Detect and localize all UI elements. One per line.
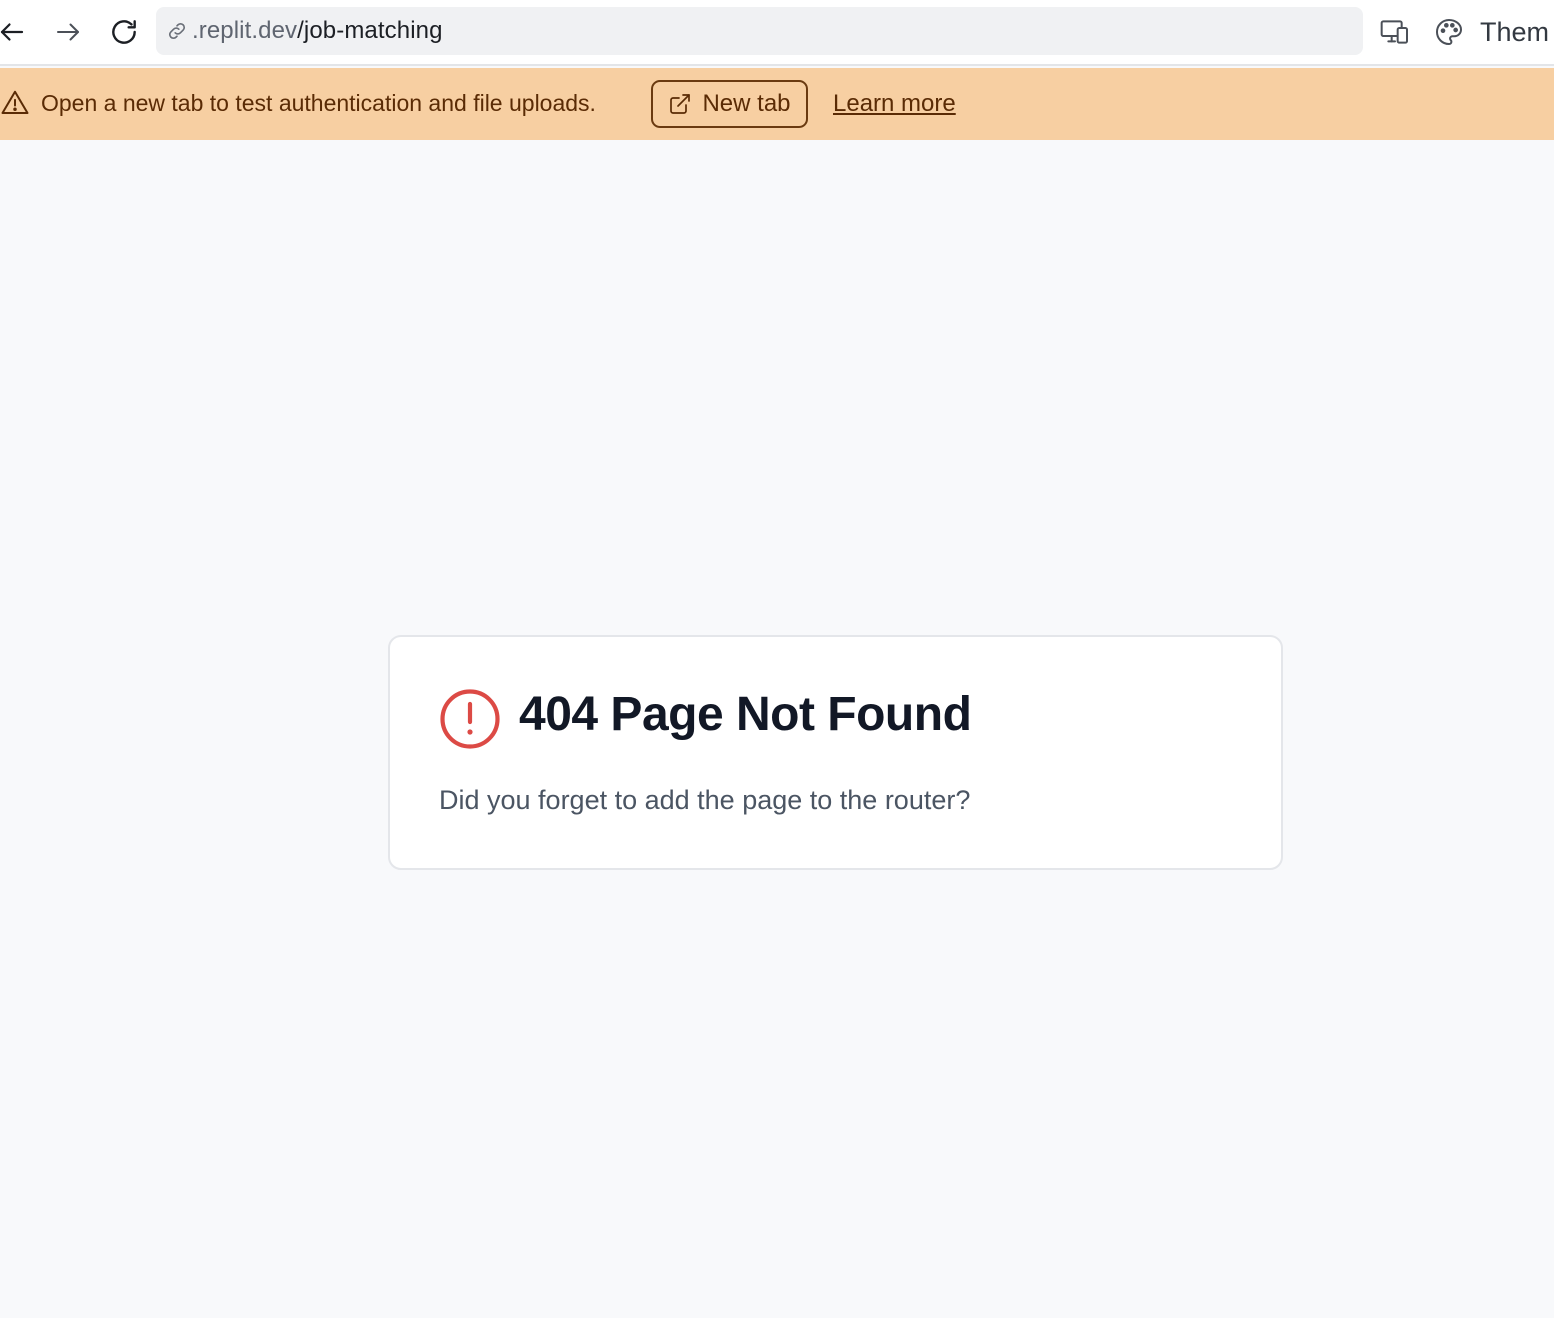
theme-label: Them — [1480, 16, 1550, 47]
theme-button[interactable]: Them — [1432, 12, 1549, 52]
reload-icon — [112, 20, 136, 44]
url-path: /job-matching — [297, 17, 443, 44]
new-tab-label: New tab — [702, 90, 791, 117]
responsive-devices-icon — [1380, 20, 1408, 44]
reload-button[interactable] — [106, 14, 142, 50]
not-found-card: 404 Page Not Found Did you forget to add… — [388, 635, 1283, 870]
external-link-icon — [668, 92, 692, 116]
palette-icon — [1432, 15, 1466, 49]
learn-more-link[interactable]: Learn more — [833, 90, 956, 118]
device-preview-button[interactable] — [1378, 15, 1412, 49]
alert-circle-icon — [440, 689, 500, 749]
arrow-right-icon — [57, 23, 79, 41]
page-description: Did you forget to add the page to the ro… — [439, 785, 971, 815]
url-bar[interactable]: .replit.dev/job-matching — [156, 7, 1363, 55]
link-icon — [164, 18, 190, 44]
warning-banner: Open a new tab to test authentication an… — [0, 68, 1554, 140]
url-text: .replit.dev/job-matching — [192, 17, 443, 45]
arrow-left-icon — [0, 23, 24, 41]
url-host: .replit.dev — [192, 17, 298, 44]
banner-message: Open a new tab to test authentication an… — [41, 90, 596, 116]
forward-button[interactable] — [50, 14, 86, 50]
back-button[interactable] — [0, 14, 30, 50]
warning-triangle-icon — [1, 90, 29, 114]
browser-toolbar: .replit.dev/job-matching Them — [0, 0, 1554, 66]
new-tab-button[interactable]: New tab — [651, 80, 808, 128]
page-title: 404 Page Not Found — [519, 688, 972, 741]
